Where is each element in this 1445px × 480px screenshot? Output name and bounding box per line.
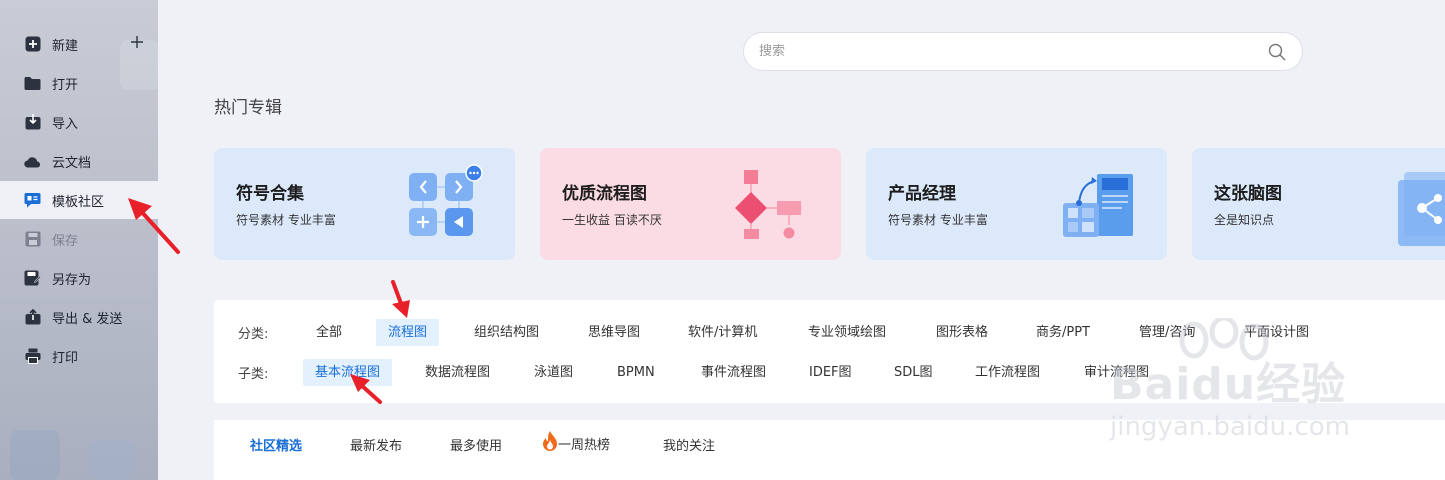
cloud-icon [24,153,41,170]
category-chip-software[interactable]: 软件/计算机 [676,319,769,346]
subcategory-label: 子类: [238,366,269,382]
template-community-icon [24,192,41,209]
tab-community-picks[interactable]: 社区精选 [250,435,302,454]
plus-square-icon [24,36,41,53]
subcategory-chip-workflow[interactable]: 工作流程图 [963,359,1052,386]
card-subtitle: 全是知识点 [1214,213,1275,227]
symbols-illustration [409,164,483,236]
card-subtitle: 符号素材 专业丰富 [888,213,988,227]
subcategory-chip-data-flow[interactable]: 数据流程图 [413,359,502,386]
sidebar-item-label: 导入 [52,116,79,132]
category-chip-mindmap[interactable]: 思维导图 [576,319,652,346]
category-chip-all[interactable]: 全部 [304,319,354,346]
folder-icon [24,75,41,92]
sidebar-item-export-send[interactable]: 导出 & 发送 [0,298,158,336]
sidebar-item-label: 保存 [52,233,79,249]
album-card-flowcharts[interactable]: 优质流程图 一生收益 百读不厌 [540,148,841,260]
baidu-jingyan-watermark: Baidu经验 jingyan.baidu.com [1110,318,1445,448]
printer-icon [24,348,41,365]
subcategory-chip-event-flow[interactable]: 事件流程图 [689,359,778,386]
sidebar-item-new[interactable]: 新建 [0,25,158,63]
product-manager-illustration [1063,174,1133,237]
album-card-product-manager[interactable]: 产品经理 符号素材 专业丰富 [866,148,1167,260]
sidebar-item-label: 导出 & 发送 [52,311,123,327]
sidebar-item-import[interactable]: 导入 [0,103,158,141]
category-chip-domain[interactable]: 专业领域绘图 [796,319,898,346]
sidebar-item-label: 新建 [52,38,79,54]
subcategory-chip-sdl[interactable]: SDL图 [882,359,945,386]
flowchart-illustration [735,170,801,239]
search-bar[interactable] [743,32,1303,71]
subcategory-chip-basic-flowchart[interactable]: 基本流程图 [303,358,393,386]
tab-following[interactable]: 我的关注 [663,435,715,454]
card-title: 优质流程图 [562,184,647,204]
sidebar-item-label: 另存为 [52,272,92,288]
sidebar-item-label: 打印 [52,350,79,366]
sidebar-item-template-community[interactable]: 模板社区 [0,181,158,219]
save-icon [24,231,41,248]
card-title: 产品经理 [888,184,956,204]
tab-latest[interactable]: 最新发布 [350,435,402,454]
album-card-mindmap[interactable]: 这张脑图 全是知识点 [1192,148,1445,260]
sidebar-item-save[interactable]: 保存 [0,220,158,258]
card-subtitle: 符号素材 专业丰富 [236,213,336,227]
section-title: 热门专辑 [214,98,282,118]
sidebar-item-print[interactable]: 打印 [0,337,158,375]
sidebar-item-cloud-docs[interactable]: 云文档 [0,142,158,180]
export-icon [24,309,41,326]
category-chip-table[interactable]: 图形表格 [924,319,1000,346]
add-icon[interactable] [130,35,144,49]
card-title: 符号合集 [236,184,304,204]
tab-label: 一周热榜 [558,437,611,453]
category-chip-flowchart[interactable]: 流程图 [376,318,440,346]
import-icon [24,114,41,131]
category-label: 分类: [238,326,269,342]
card-title: 这张脑图 [1214,184,1282,204]
sidebar-item-open[interactable]: 打开 [0,64,158,102]
background-blur [10,430,60,480]
fire-icon [540,430,560,452]
sidebar-item-label: 云文档 [52,155,92,171]
category-chip-org-chart[interactable]: 组织结构图 [462,319,551,346]
save-as-icon [24,270,41,287]
watermark-logo-text: Baidu经验 [1110,359,1347,410]
sidebar-item-label: 模板社区 [52,194,105,210]
tab-weekly-hot[interactable]: 一周热榜 [540,430,612,453]
subcategory-chip-bpmn[interactable]: BPMN [605,359,667,386]
background-blur [88,440,136,480]
card-subtitle: 一生收益 百读不厌 [562,213,662,227]
album-card-symbols[interactable]: 符号合集 符号素材 专业丰富 [214,148,515,260]
category-chip-business[interactable]: 商务/PPT [1024,319,1102,346]
sidebar-item-label: 打开 [52,77,79,93]
sidebar-item-save-as[interactable]: 另存为 [0,259,158,297]
tab-most-used[interactable]: 最多使用 [450,435,502,454]
sidebar: 新建 打开 导入 云文档 模板社区 保存 另存为 导出 & 发送 打印 [0,0,158,480]
subcategory-chip-idef[interactable]: IDEF图 [797,359,864,386]
mindmap-illustration [1398,172,1445,246]
search-input[interactable] [759,44,1239,59]
search-icon[interactable] [1268,43,1286,61]
subcategory-chip-swimlane[interactable]: 泳道图 [522,359,585,386]
watermark-url: jingyan.baidu.com [1110,412,1350,442]
